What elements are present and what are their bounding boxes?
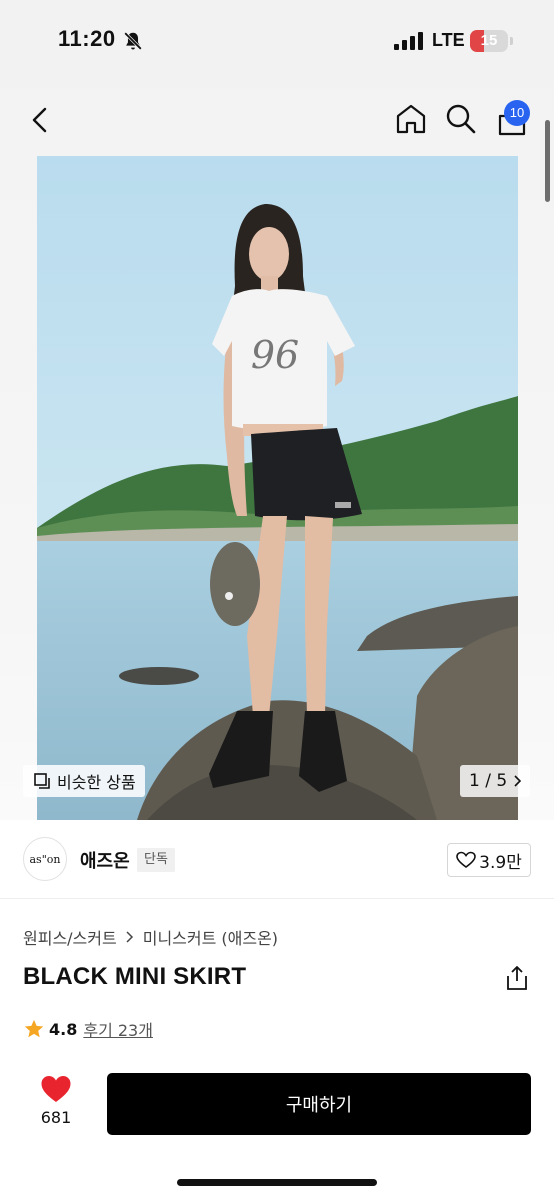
brand-like-button[interactable]: 3.9만 [447,843,531,877]
brand-logo-text: as"on [29,852,61,866]
product-image[interactable]: 96 [37,156,518,820]
status-bar: 11:20 LTE 15 [0,0,554,80]
buy-button-label: 구매하기 [285,1095,353,1116]
similar-products-label: 비슷한 상품 [57,773,136,792]
silent-bell-icon [124,32,142,50]
product-info-panel [0,820,554,1200]
star-icon [24,1019,44,1038]
svg-text:96: 96 [251,333,299,377]
cart-count-badge[interactable]: 10 [504,100,530,126]
breadcrumb: 원피스/스커트 미니스커트 (애즈온) [23,925,278,949]
back-icon[interactable] [26,104,54,136]
heart-filled-icon [41,1076,71,1102]
cell-signal-icon [394,32,423,50]
network-type: LTE [432,30,465,50]
reviews-link[interactable]: 후기 23개 [83,1017,153,1041]
rating-score: 4.8 [49,1019,78,1039]
image-pager-text: 1 / 5 [469,771,508,791]
wishlist-count: 681 [40,1108,72,1127]
similar-products-icon [34,773,50,789]
breadcrumb-category[interactable]: 원피스/스커트 [23,925,117,949]
image-pager[interactable]: 1 / 5 [460,765,530,797]
scrollbar[interactable] [545,120,550,202]
similar-products-button[interactable]: 비슷한 상품 [23,765,145,797]
battery-cap [510,37,513,45]
buy-button[interactable]: 구매하기 [107,1073,531,1135]
heart-outline-icon [456,851,476,868]
share-icon[interactable] [504,964,530,992]
rating-row: 4.8 후기 23개 [23,1017,153,1041]
home-icon[interactable] [394,102,428,136]
product-title: BLACK MINI SKIRT [23,963,247,990]
battery-icon: 15 [470,30,508,52]
status-time: 11:20 [58,26,116,51]
battery-level: 15 [480,32,498,49]
chevron-right-icon [126,931,133,943]
brand-logo[interactable]: as"on [23,837,67,881]
top-nav: 10 [0,92,554,152]
divider [0,898,554,899]
search-icon[interactable] [444,102,478,136]
breadcrumb-subcategory[interactable]: 미니스커트 (애즈온) [143,925,278,949]
brand-name[interactable]: 애즈온 [80,847,130,873]
product-photo-illustration: 96 [37,156,518,820]
exclusive-badge: 단독 [137,848,175,872]
wishlist-button[interactable]: 681 [28,1074,84,1134]
brand-like-count: 3.9만 [479,852,522,873]
home-indicator[interactable] [177,1179,377,1186]
chevron-right-icon [514,775,522,787]
